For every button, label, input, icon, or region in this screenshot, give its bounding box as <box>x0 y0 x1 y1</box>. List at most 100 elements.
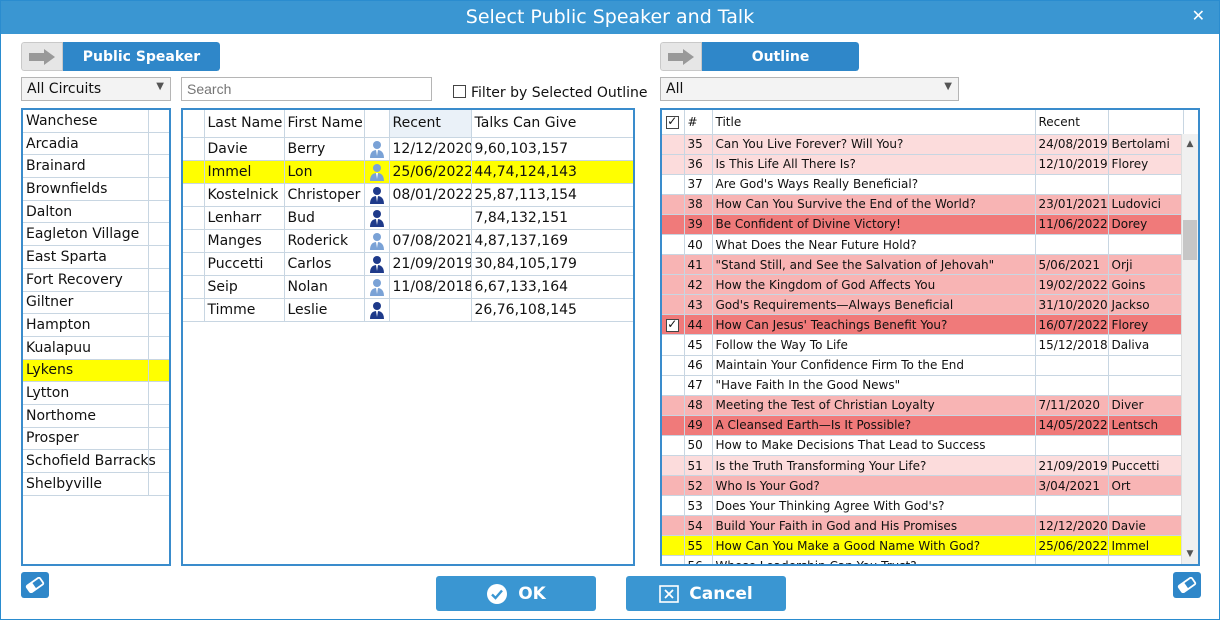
public-speaker-button[interactable]: Public Speaker <box>21 42 220 71</box>
outline-select-cell[interactable] <box>662 535 685 557</box>
number-header[interactable]: # <box>684 110 713 135</box>
outline-row[interactable]: 35 Can You Live Forever? Will You? 24/08/2… <box>662 134 1184 155</box>
circuit-item[interactable]: Brownfields <box>23 178 169 201</box>
speaker-row[interactable]: Davie Berry 12/12/2020 9,60,103,157 <box>183 137 633 161</box>
circuit-item[interactable]: Northome <box>23 404 169 428</box>
outline-select-cell[interactable] <box>662 375 685 396</box>
circuit-item[interactable]: Lytton <box>23 382 169 405</box>
circuit-item[interactable]: Schofield Barracks <box>23 450 169 473</box>
outline-select-cell[interactable] <box>662 475 685 497</box>
select-all-header[interactable] <box>662 110 685 135</box>
outline-row[interactable]: 43 God's Requirements—Always Beneficial 31… <box>662 294 1184 316</box>
cancel-button[interactable]: Cancel <box>626 576 786 611</box>
outline-row[interactable]: 38 How Can You Survive the End of the Wor… <box>662 194 1184 215</box>
speaker-header[interactable] <box>1108 110 1184 135</box>
outline-scrollbar[interactable]: ▲ ▼ <box>1181 134 1198 564</box>
scroll-up-icon[interactable]: ▲ <box>1182 136 1198 152</box>
search-input[interactable] <box>181 77 432 101</box>
row-selector[interactable] <box>183 252 205 276</box>
circuit-item[interactable]: Dalton <box>23 200 169 224</box>
outline-select-cell[interactable] <box>662 515 685 537</box>
outline-select-cell[interactable] <box>662 435 685 457</box>
circuit-item[interactable]: Hampton <box>23 314 169 337</box>
filter-by-outline[interactable]: Filter by Selected Outline <box>453 85 648 101</box>
row-selector[interactable] <box>183 137 205 161</box>
outline-row[interactable]: 39 Be Confident of Divine Victory! 11/06/2… <box>662 214 1184 235</box>
circuit-item[interactable]: Kualapuu <box>23 336 169 360</box>
outline-row[interactable]: 44How Can Jesus' Teachings Benefit You?1… <box>662 314 1184 336</box>
outline-row[interactable]: 37 Are God's Ways Really Beneficial? <box>662 174 1184 195</box>
outline-row[interactable]: 47 "Have Faith In the Good News" <box>662 375 1184 396</box>
outline-row[interactable]: 52 Who Is Your God? 3/04/2021 Ort <box>662 475 1184 497</box>
outline-select-cell[interactable] <box>662 174 685 195</box>
outline-filter-dropdown[interactable]: All ▼ <box>660 77 959 101</box>
outline-button[interactable]: Outline <box>660 42 859 71</box>
circuit-item[interactable]: Eagleton Village <box>23 223 169 247</box>
row-selector[interactable] <box>183 298 205 322</box>
circuit-item[interactable]: Fort Recovery <box>23 268 169 292</box>
outline-select-cell[interactable] <box>662 254 685 276</box>
circuit-item[interactable]: Giltner <box>23 291 169 315</box>
outline-select-cell[interactable] <box>662 214 685 235</box>
circuit-item[interactable]: East Sparta <box>23 246 169 269</box>
scroll-down-icon[interactable]: ▼ <box>1182 546 1198 562</box>
row-selector[interactable] <box>183 229 205 253</box>
select-all-checkbox[interactable] <box>666 114 680 129</box>
outline-checkbox[interactable] <box>666 317 680 332</box>
outline-select-cell[interactable] <box>662 455 685 477</box>
circuit-item[interactable]: Shelbyville <box>23 473 169 496</box>
outline-row[interactable]: 51 Is the Truth Transforming Your Life? 21… <box>662 455 1184 477</box>
ok-button[interactable]: OK <box>436 576 596 611</box>
outline-select-cell[interactable] <box>662 194 685 215</box>
outline-select-cell[interactable] <box>662 415 685 436</box>
outline-row[interactable]: 53 Does Your Thinking Agree With God's? <box>662 495 1184 517</box>
row-selector[interactable] <box>183 206 205 230</box>
row-selector[interactable] <box>183 183 205 207</box>
outline-row[interactable]: 42 How the Kingdom of God Affects You 19/0… <box>662 274 1184 296</box>
filter-checkbox[interactable] <box>453 85 466 98</box>
outline-select-cell[interactable] <box>662 334 685 356</box>
close-icon[interactable]: ✕ <box>1192 6 1205 25</box>
outline-select-cell[interactable] <box>662 274 685 296</box>
outline-select-cell[interactable] <box>662 154 685 175</box>
outline-row[interactable]: 50 How to Make Decisions That Lead to Suc… <box>662 435 1184 457</box>
outline-row[interactable]: 55 How Can You Make a Good Name With God?… <box>662 535 1184 557</box>
outline-select-cell[interactable] <box>662 134 685 155</box>
recent-header[interactable]: Recent <box>389 110 472 138</box>
row-selector[interactable] <box>183 275 205 299</box>
speaker-row[interactable]: Puccetti Carlos 21/09/2019 30,84,105,179 <box>183 252 633 276</box>
speaker-row[interactable]: Lenharr Bud 7,84,132,151 <box>183 206 633 230</box>
first-name-header[interactable]: First Name <box>284 110 365 138</box>
outline-select-cell[interactable] <box>662 555 685 564</box>
speaker-row[interactable]: Immel Lon 25/06/2022 44,74,124,143 <box>183 160 633 184</box>
circuit-item[interactable]: Lykens <box>23 359 169 383</box>
outline-row[interactable]: 36 Is This Life All There Is? 12/10/2019 Fl… <box>662 154 1184 175</box>
row-selector[interactable] <box>183 160 205 184</box>
clear-speaker-button[interactable] <box>21 572 49 598</box>
outline-row[interactable]: 54 Build Your Faith in God and His Promis… <box>662 515 1184 537</box>
outline-select-cell[interactable] <box>662 395 685 416</box>
recent-header[interactable]: Recent <box>1035 110 1109 135</box>
circuit-item[interactable]: Wanchese <box>23 110 169 133</box>
circuit-dropdown[interactable]: All Circuits ▼ <box>21 77 171 101</box>
speaker-row[interactable]: Seip Nolan 11/08/2018 6,67,133,164 <box>183 275 633 299</box>
scroll-thumb[interactable] <box>1183 220 1197 260</box>
outline-row[interactable]: 48 Meeting the Test of Christian Loyalty 7… <box>662 395 1184 416</box>
circuit-item[interactable]: Brainard <box>23 155 169 179</box>
talks-header[interactable]: Talks Can Give <box>471 110 633 138</box>
outline-row[interactable]: 49 A Cleansed Earth—Is It Possible? 14/05/… <box>662 415 1184 436</box>
outline-select-cell[interactable] <box>662 314 685 336</box>
outline-select-cell[interactable] <box>662 234 685 256</box>
outline-row[interactable]: 46 Maintain Your Confidence Firm To the E… <box>662 355 1184 376</box>
outline-select-cell[interactable] <box>662 495 685 517</box>
outline-row[interactable]: 45 Follow the Way To Life 15/12/2018 Daliva <box>662 334 1184 356</box>
clear-outline-button[interactable] <box>1173 572 1201 598</box>
outline-row[interactable]: 40 What Does the Near Future Hold? <box>662 234 1184 256</box>
outline-row[interactable]: 56Whose Leadership Can You Trust? <box>662 555 1184 564</box>
speaker-row[interactable]: Kostelnick Christoper 08/01/2022 25,87,113,… <box>183 183 633 207</box>
title-header[interactable]: Title <box>712 110 1036 135</box>
speaker-row[interactable]: Manges Roderick 07/08/2021 4,87,137,169 <box>183 229 633 253</box>
circuit-item[interactable]: Arcadia <box>23 132 169 156</box>
circuit-item[interactable]: Prosper <box>23 427 169 451</box>
outline-select-cell[interactable] <box>662 294 685 316</box>
